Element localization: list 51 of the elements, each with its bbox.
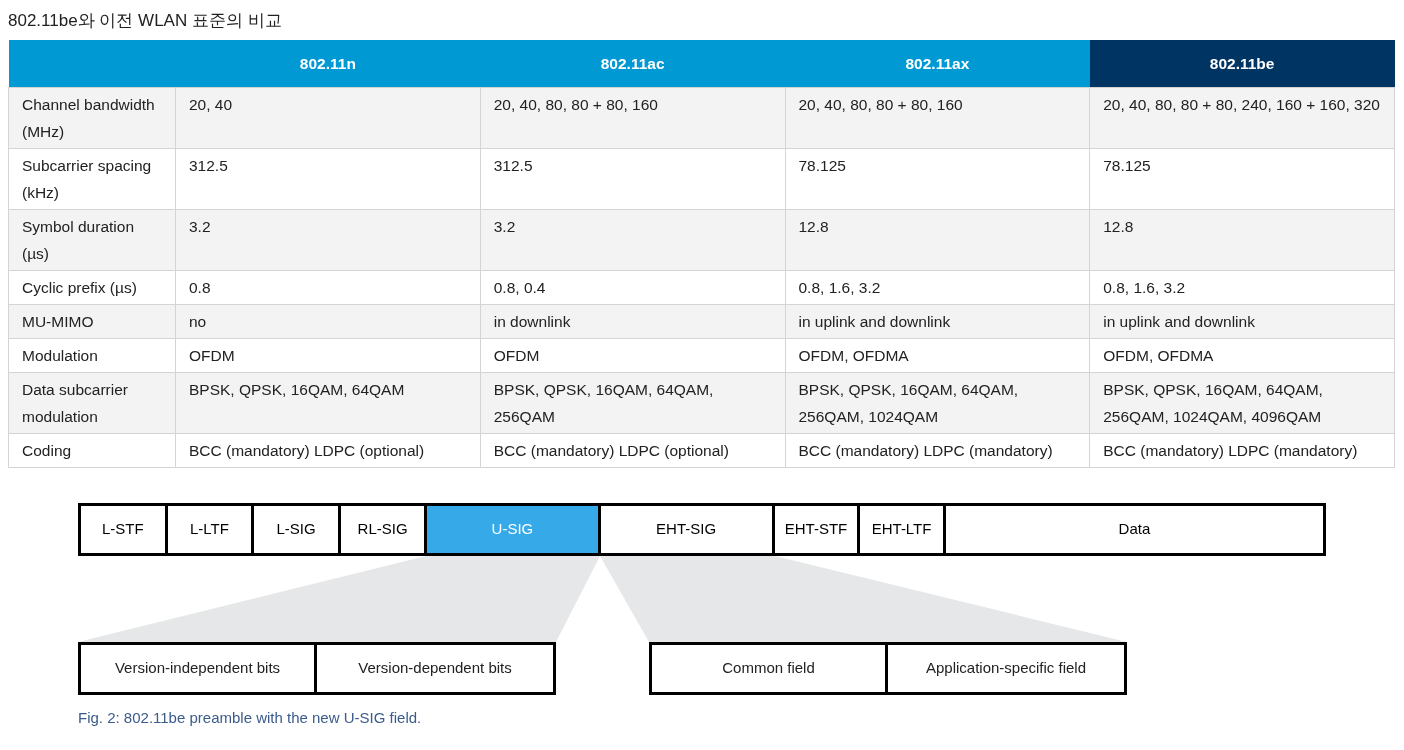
table-cell: BPSK, QPSK, 16QAM, 64QAM (175, 372, 481, 433)
table-cell: BCC (mandatory) LDPC (mandatory) (785, 433, 1090, 467)
table-cell: OFDM (480, 338, 785, 372)
table-cell: 3.2 (175, 209, 481, 270)
table-cell: 0.8 (175, 270, 481, 304)
table-cell: OFDM, OFDMA (785, 338, 1090, 372)
table-cell: 12.8 (785, 209, 1090, 270)
table-cell: BPSK, QPSK, 16QAM, 64QAM, 256QAM, 1024QAM, 4096QAM (1089, 372, 1395, 433)
table-cell: 3.2 (480, 209, 785, 270)
field-label: Common field (652, 644, 888, 692)
row-header: Data subcarrier modulation (8, 372, 176, 433)
table-cell: 20, 40, 80, 80 + 80, 160 (785, 87, 1090, 148)
field-label: Application-specific field (924, 657, 1088, 678)
table-cell: in uplink and downlink (785, 304, 1090, 338)
table-cell: 20, 40, 80, 80 + 80, 160 (480, 87, 785, 148)
table-cell: 0.8, 1.6, 3.2 (785, 270, 1090, 304)
row-header: Channel bandwidth (MHz) (8, 87, 176, 148)
field-label: Version-independent bits (81, 644, 317, 692)
table-cell: BCC (mandatory) LDPC (optional) (480, 433, 785, 467)
table-cell: 78.125 (785, 148, 1090, 209)
table-cell: 12.8 (1089, 209, 1395, 270)
table-cell: OFDM, OFDMA (1089, 338, 1395, 372)
table-cell: BPSK, QPSK, 16QAM, 64QAM, 256QAM (480, 372, 785, 433)
row-header: Modulation (8, 338, 176, 372)
table-cell: BCC (mandatory) LDPC (optional) (175, 433, 481, 467)
preamble-field: U-SIG (427, 505, 601, 553)
column-header: 802.11ax (785, 40, 1090, 87)
table-cell: OFDM (175, 338, 481, 372)
row-header: MU-MIMO (8, 304, 176, 338)
row-header: Coding (8, 433, 176, 467)
field-label: Version-dependent bits (357, 657, 513, 678)
column-header: 802.11n (175, 40, 481, 87)
table-cell: 0.8, 1.6, 3.2 (1089, 270, 1395, 304)
row-header: Subcarrier spacing (kHz) (8, 148, 176, 209)
column-header: 802.11be (1089, 40, 1395, 87)
table-cell: 20, 40 (175, 87, 481, 148)
column-header: 802.11ac (480, 40, 785, 87)
table-cell: no (175, 304, 481, 338)
table-cell: BPSK, QPSK, 16QAM, 64QAM, 256QAM, 1024QAM (785, 372, 1090, 433)
table-cell: 78.125 (1089, 148, 1395, 209)
table-cell: 312.5 (480, 148, 785, 209)
table-cell: 20, 40, 80, 80 + 80, 240, 160 + 160, 320 (1089, 87, 1395, 148)
row-header: Cyclic prefix (µs) (8, 270, 176, 304)
table-cell: 312.5 (175, 148, 481, 209)
table-title: 802.11be와 이전 WLAN 표준의 비교 (7, 10, 283, 32)
table-cell: in downlink (480, 304, 785, 338)
table-cell: 0.8, 0.4 (480, 270, 785, 304)
table-cell: BCC (mandatory) LDPC (mandatory) (1089, 433, 1395, 467)
row-header: Symbol duration (µs) (8, 209, 176, 270)
table-cell: in uplink and downlink (1089, 304, 1395, 338)
figure-caption: Fig. 2: 802.11be preamble with the new U-SIG field. (78, 707, 423, 728)
